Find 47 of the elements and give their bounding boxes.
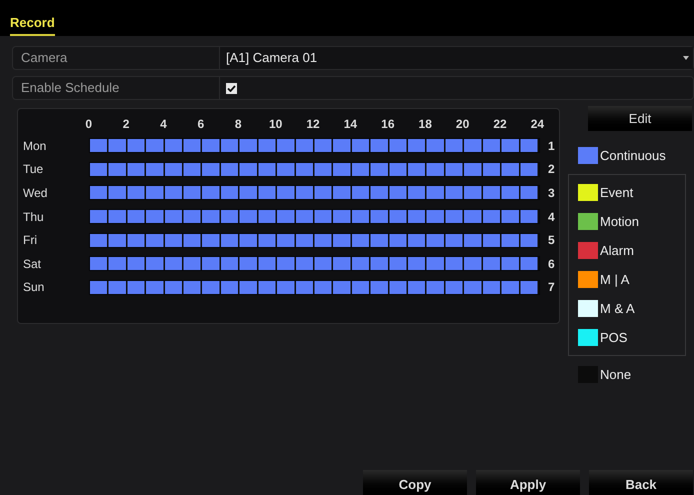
row-number: 3 [548,184,555,202]
row-number: 1 [548,138,555,155]
hour-label: 10 [268,116,284,133]
legend-item[interactable]: Alarm [578,236,685,265]
edit-button[interactable]: Edit [588,106,692,131]
hour-label: 14 [342,116,358,133]
hour-label: 4 [159,116,168,133]
hour-label: 8 [234,116,243,133]
row-number: 6 [548,256,555,273]
legend-item[interactable]: M | A [578,265,685,294]
day-label: Sun [22,279,46,296]
hour-label: 2 [122,116,130,133]
action-button[interactable]: Copy [363,470,467,495]
row-number: 4 [548,208,555,226]
dropdown-value: [A1] Camera 01 [226,49,318,68]
day-label: Tue [22,161,44,178]
schedule-grid[interactable]: 0 2 4 6 8 10 12 14 16 18 20 22 24 Mon 1 Tue 2 Wed 3 Thu 4 Fri 5 Sat 6 Sun 7 [17,108,560,324]
day-label: Mon [22,138,48,155]
legend-item[interactable]: POS [578,323,685,352]
day-label: Fri [22,232,38,250]
action-button[interactable]: Apply [476,470,580,495]
checkbox[interactable] [226,82,237,94]
legend-item[interactable]: Motion [578,207,685,236]
field-label: Camera [20,49,68,68]
camera-dropdown[interactable]: [A1] Camera 01 [219,47,693,69]
field-label: Enable Schedule [20,79,120,98]
day-label: Thu [22,208,45,226]
row-number: 5 [548,232,555,250]
legend-item[interactable]: Event [578,178,685,207]
caret-icon [683,56,689,60]
hour-label: 18 [418,116,433,133]
row-number: 2 [548,161,555,178]
hour-label: 20 [454,116,470,133]
hour-label: 0 [84,116,94,133]
legend-item[interactable]: M & A [578,294,685,323]
hour-label: 24 [530,116,546,133]
legend-item[interactable]: None [578,360,682,389]
row-number: 7 [548,279,555,296]
hour-label: 6 [196,116,206,133]
action-button[interactable]: Back [589,470,693,495]
hour-label: 22 [492,116,508,133]
tab[interactable]: Record [10,12,55,36]
hour-label: 12 [305,116,321,133]
legend-item[interactable]: Continuous [578,141,682,170]
day-label: Sat [22,256,42,273]
hour-label: 16 [380,116,396,133]
day-label: Wed [22,184,48,202]
